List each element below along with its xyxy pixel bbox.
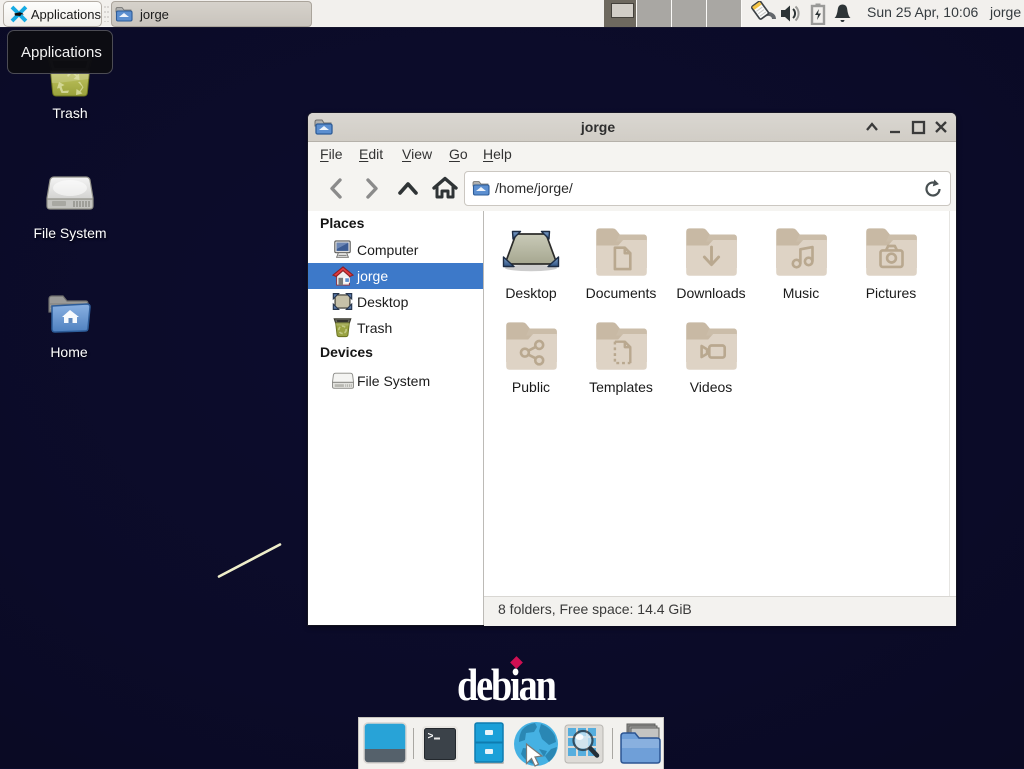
svg-text:>: > bbox=[428, 732, 434, 743]
